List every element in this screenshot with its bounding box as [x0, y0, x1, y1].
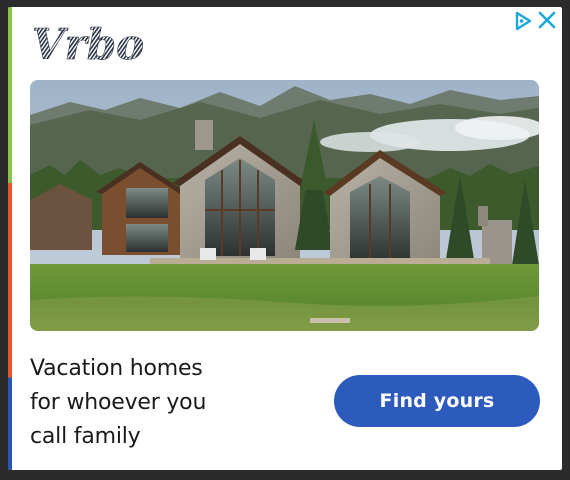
find-yours-button[interactable]: Find yours — [334, 375, 540, 427]
vacation-home-image — [30, 80, 539, 331]
headline-text: Vacation homes for whoever you call fami… — [30, 356, 207, 449]
vrbo-ad-banner[interactable]: Vrbo Vacation homes for whoever you call… — [8, 7, 562, 470]
logo-text: Vrbo — [32, 20, 144, 67]
accent-stripe — [8, 7, 12, 470]
vrbo-logo-mark: Vrbo — [32, 20, 145, 67]
ad-frame: Vrbo Vacation homes for whoever you call… — [0, 0, 570, 480]
close-icon[interactable] — [536, 9, 558, 31]
vrbo-logo[interactable]: Vrbo — [30, 19, 154, 71]
hero-photo[interactable] — [30, 80, 539, 331]
adchoices-icon[interactable] — [512, 10, 534, 32]
